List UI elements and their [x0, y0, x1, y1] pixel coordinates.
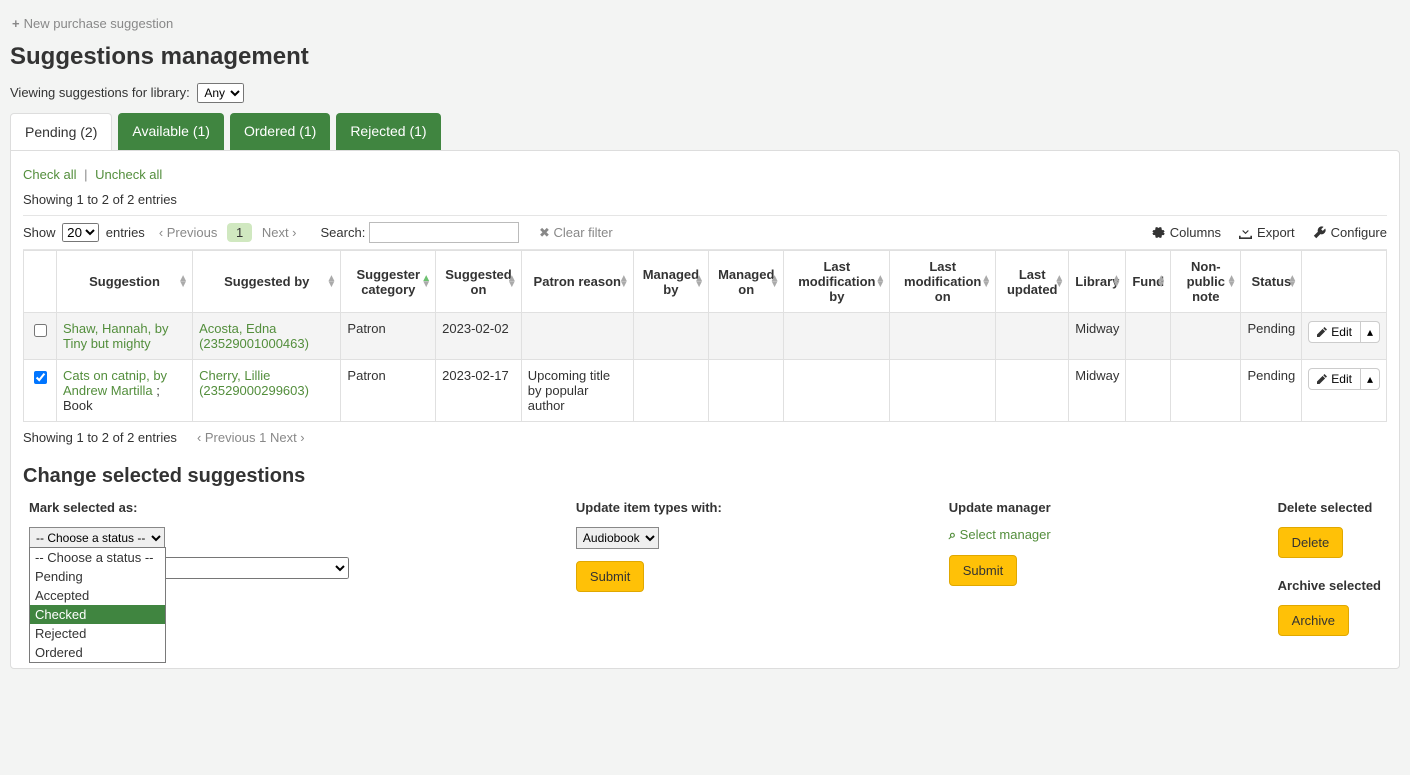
tab-ordered[interactable]: Ordered (1): [230, 113, 330, 150]
col-suggester-category[interactable]: Suggester category▲▼: [341, 251, 436, 313]
library-filter-label: Viewing suggestions for library:: [10, 85, 190, 100]
check-all-link[interactable]: Check all: [23, 167, 76, 182]
submit-manager-button[interactable]: Submit: [949, 555, 1017, 586]
wrench-icon: [1313, 226, 1326, 239]
suggested-by-link[interactable]: Cherry, Lillie (23529000299603): [199, 368, 309, 398]
entries-label: entries: [106, 225, 145, 240]
status-option[interactable]: Ordered: [30, 643, 165, 662]
col-suggested-on[interactable]: Suggested on▲▼: [436, 251, 522, 313]
next-page-top[interactable]: Next ›: [262, 225, 297, 240]
gear-icon: [1152, 226, 1165, 239]
delete-selected-title: Delete selected: [1278, 500, 1381, 515]
plus-icon: +: [12, 16, 20, 31]
table-row: Cats on catnip, by Andrew Martilla ; Boo…: [24, 360, 1387, 422]
col-managed-by[interactable]: Managed by▲▼: [633, 251, 708, 313]
caret-up-icon: ▴: [1367, 325, 1373, 339]
status-select[interactable]: -- Choose a status --: [29, 527, 165, 549]
col-patron-reason[interactable]: Patron reason▲▼: [521, 251, 633, 313]
uncheck-all-link[interactable]: Uncheck all: [95, 167, 162, 182]
col-managed-on[interactable]: Managed on▲▼: [709, 251, 784, 313]
archive-selected-title: Archive selected: [1278, 578, 1381, 593]
tab-list: Pending (2) Available (1) Ordered (1) Re…: [10, 113, 1400, 150]
table-info-bottom: Showing 1 to 2 of 2 entries: [23, 430, 177, 445]
col-suggestion[interactable]: Suggestion▲▼: [57, 251, 193, 313]
suggested-by-link[interactable]: Acosta, Edna (23529001000463): [199, 321, 309, 351]
suggestions-table: Suggestion▲▼ Suggested by▲▼ Suggester ca…: [23, 250, 1387, 422]
search-input[interactable]: [369, 222, 519, 243]
col-last-updated[interactable]: Last updated▲▼: [996, 251, 1069, 313]
archive-button[interactable]: Archive: [1278, 605, 1349, 636]
update-manager-title: Update manager: [949, 500, 1051, 515]
tab-pending[interactable]: Pending (2): [10, 113, 112, 150]
edit-dropdown-toggle[interactable]: ▴: [1361, 368, 1380, 390]
col-last-mod-by[interactable]: Last modification by▲▼: [784, 251, 890, 313]
search-label: Search:: [321, 225, 366, 240]
col-suggested-by[interactable]: Suggested by▲▼: [193, 251, 341, 313]
tab-available[interactable]: Available (1): [118, 113, 224, 150]
delete-button[interactable]: Delete: [1278, 527, 1344, 558]
col-library[interactable]: Library▲▼: [1069, 251, 1126, 313]
status-dropdown-list[interactable]: -- Choose a status -- Pending Accepted C…: [29, 547, 166, 663]
change-selected-title: Change selected suggestions: [23, 465, 1387, 488]
row-checkbox[interactable]: [34, 371, 47, 384]
col-last-mod-on[interactable]: Last modification on▲▼: [890, 251, 996, 313]
row-checkbox[interactable]: [34, 324, 47, 337]
edit-button[interactable]: Edit: [1308, 321, 1361, 343]
download-icon: [1239, 226, 1252, 239]
tab-rejected[interactable]: Rejected (1): [336, 113, 440, 150]
col-non-public-note[interactable]: Non-public note▲▼: [1171, 251, 1241, 313]
col-status[interactable]: Status▲▼: [1241, 251, 1302, 313]
submit-item-type-button[interactable]: Submit: [576, 561, 644, 592]
status-option[interactable]: Rejected: [30, 624, 165, 643]
prev-page-bottom[interactable]: ‹ Previous: [197, 430, 256, 445]
status-option[interactable]: Checked: [30, 605, 165, 624]
select-manager-link[interactable]: ⌕ Select manager: [949, 527, 1051, 542]
library-filter-select[interactable]: Any: [197, 83, 244, 103]
table-row: Shaw, Hannah, by Tiny but mighty Acosta,…: [24, 313, 1387, 360]
edit-dropdown-toggle[interactable]: ▴: [1361, 321, 1380, 343]
pencil-icon: [1317, 374, 1327, 384]
status-option[interactable]: Accepted: [30, 586, 165, 605]
configure-button[interactable]: Configure: [1313, 225, 1387, 240]
mark-selected-label: Mark selected as:: [29, 500, 349, 515]
status-option[interactable]: Pending: [30, 567, 165, 586]
pencil-icon: [1317, 327, 1327, 337]
caret-up-icon: ▴: [1367, 372, 1373, 386]
page-length-select[interactable]: 20: [62, 223, 99, 242]
col-fund[interactable]: Fund▲▼: [1126, 251, 1171, 313]
page-number-bottom[interactable]: 1: [259, 430, 266, 445]
show-label: Show: [23, 225, 56, 240]
clear-filter-button[interactable]: ✖ Clear filter: [539, 225, 613, 241]
prev-page-top[interactable]: ‹ Previous: [159, 225, 218, 240]
update-item-title: Update item types with:: [576, 500, 722, 515]
new-purchase-suggestion-link[interactable]: +New purchase suggestion: [10, 10, 1400, 43]
next-page-bottom[interactable]: Next ›: [270, 430, 305, 445]
suggestion-title-link[interactable]: Shaw, Hannah, by Tiny but mighty: [63, 321, 169, 351]
page-title: Suggestions management: [10, 43, 1400, 71]
table-info-top: Showing 1 to 2 of 2 entries: [23, 192, 1387, 207]
item-type-select[interactable]: Audiobook: [576, 527, 659, 549]
edit-button[interactable]: Edit: [1308, 368, 1361, 390]
page-number-top[interactable]: 1: [227, 223, 252, 242]
suggestion-title-link[interactable]: Cats on catnip, by Andrew Martilla: [63, 368, 167, 398]
export-button[interactable]: Export: [1239, 225, 1295, 240]
columns-button[interactable]: Columns: [1152, 225, 1221, 240]
search-icon: ⌕: [949, 527, 956, 542]
status-option[interactable]: -- Choose a status --: [30, 548, 165, 567]
